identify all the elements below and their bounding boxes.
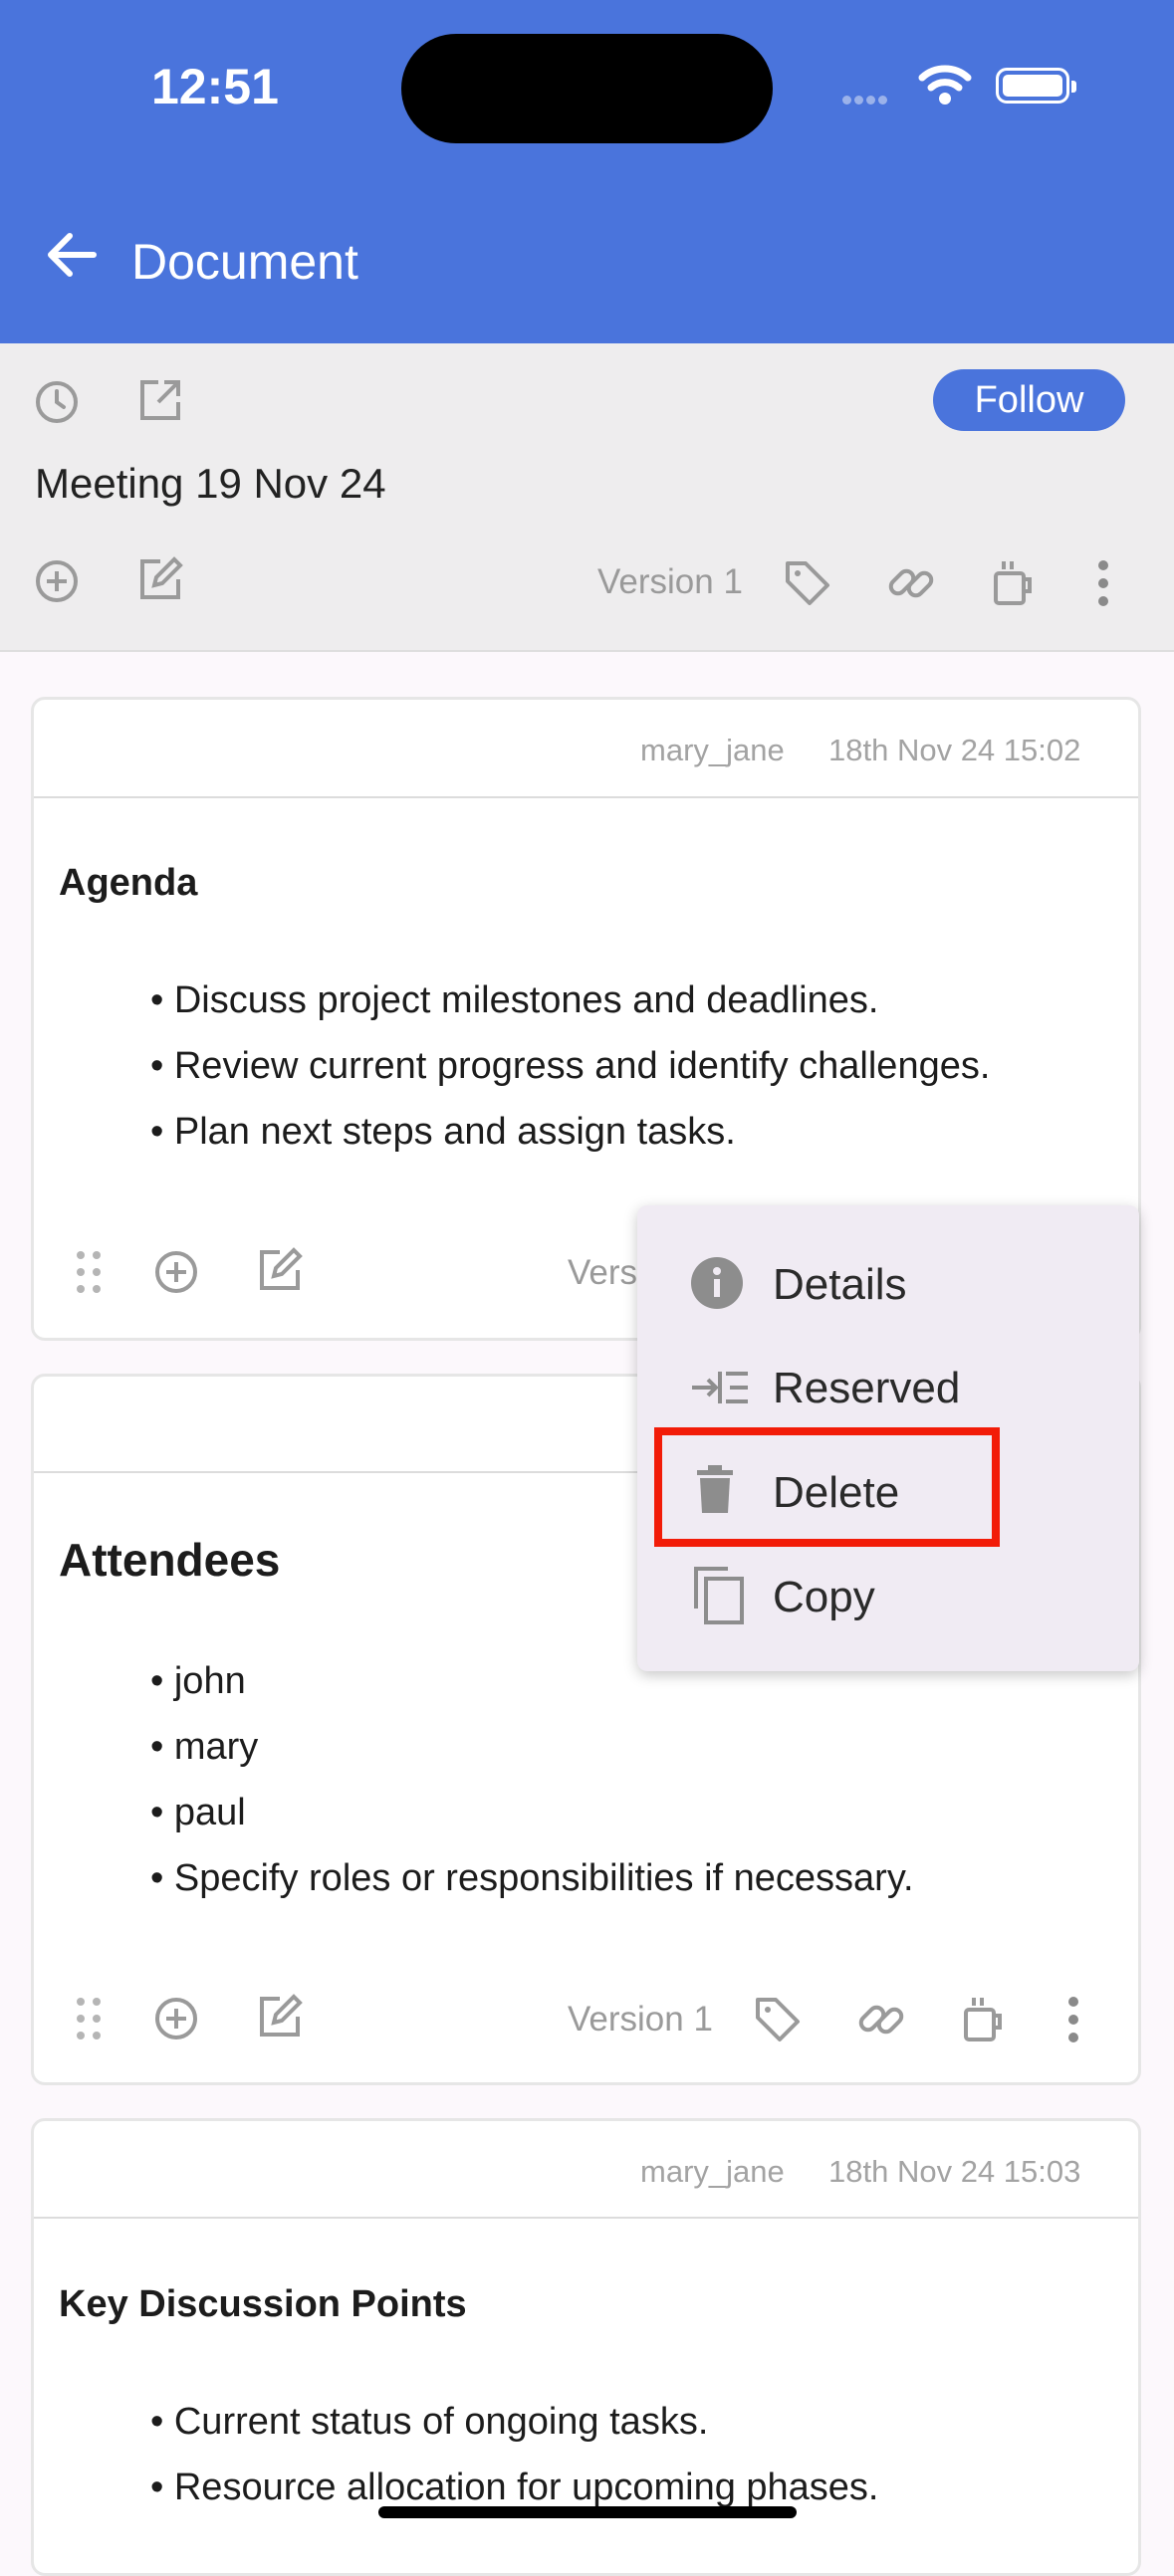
more-vert-icon[interactable] xyxy=(1066,1994,1080,2050)
menu-item-details[interactable]: Details xyxy=(690,1252,1128,1312)
divider xyxy=(34,796,1138,798)
highlight-box xyxy=(654,1427,1000,1547)
home-indicator xyxy=(378,2506,797,2518)
block-author: mary_jane xyxy=(640,2154,785,2189)
page-title: Document xyxy=(131,234,358,290)
link-icon[interactable] xyxy=(855,1994,907,2050)
link-icon[interactable] xyxy=(885,557,937,614)
follow-button[interactable]: Follow xyxy=(933,369,1125,431)
status-time: 12:51 xyxy=(151,59,279,114)
open-external-icon[interactable] xyxy=(136,376,184,429)
edit-icon[interactable] xyxy=(136,555,184,608)
menu-item-reserved[interactable]: Reserved xyxy=(690,1356,1128,1415)
list-item: • Current status of ongoing tasks. xyxy=(150,2401,709,2443)
block-heading: Agenda xyxy=(59,862,198,904)
list-item: • john xyxy=(150,1660,246,1702)
drag-handle-icon[interactable] xyxy=(75,1249,103,1300)
cellular-signal-icon xyxy=(842,92,900,105)
add-circle-icon[interactable] xyxy=(152,1248,200,1301)
add-circle-icon[interactable] xyxy=(33,557,81,610)
list-item: • paul xyxy=(150,1792,246,1833)
document-title: Meeting 19 Nov 24 xyxy=(35,460,386,507)
block-timestamp: 18th Nov 24 15:02 xyxy=(828,733,1081,767)
edit-icon[interactable] xyxy=(256,1246,304,1299)
menu-item-copy[interactable]: Copy xyxy=(690,1565,1128,1624)
copy-icon xyxy=(690,1565,746,1629)
more-vert-icon[interactable] xyxy=(1096,557,1110,614)
coffee-cup-icon[interactable] xyxy=(992,557,1038,614)
edit-icon[interactable] xyxy=(256,1993,304,2045)
block-heading: Key Discussion Points xyxy=(59,2283,467,2325)
version-label: Version 1 xyxy=(597,562,743,601)
add-circle-icon[interactable] xyxy=(152,1995,200,2047)
menu-item-label: Reserved xyxy=(773,1364,961,1412)
menu-item-label: Details xyxy=(773,1260,907,1309)
list-item: • Review current progress and identify c… xyxy=(150,1045,991,1087)
indent-icon xyxy=(690,1368,750,1412)
history-clock-icon[interactable] xyxy=(33,378,81,431)
version-label: Version 1 xyxy=(568,2000,713,2039)
dynamic-island xyxy=(401,34,773,143)
block-timestamp: 18th Nov 24 15:03 xyxy=(828,2154,1081,2189)
block-heading: Attendees xyxy=(59,1534,281,1586)
tag-icon[interactable] xyxy=(752,1994,804,2050)
tag-icon[interactable] xyxy=(782,557,833,614)
list-item: • mary xyxy=(150,1726,259,1768)
divider xyxy=(34,2217,1138,2219)
menu-item-label: Copy xyxy=(773,1573,875,1621)
version-label: Versi xyxy=(568,1253,645,1292)
battery-icon xyxy=(996,68,1076,104)
wifi-icon xyxy=(918,62,972,110)
block-author: mary_jane xyxy=(640,733,785,767)
info-icon xyxy=(690,1256,744,1315)
list-item: • Specify roles or responsibilities if n… xyxy=(150,1857,914,1899)
coffee-cup-icon[interactable] xyxy=(962,1994,1008,2050)
back-arrow-icon[interactable] xyxy=(46,231,98,284)
drag-handle-icon[interactable] xyxy=(75,1996,103,2046)
list-item: • Discuss project milestones and deadlin… xyxy=(150,979,879,1021)
list-item: • Plan next steps and assign tasks. xyxy=(150,1111,736,1153)
